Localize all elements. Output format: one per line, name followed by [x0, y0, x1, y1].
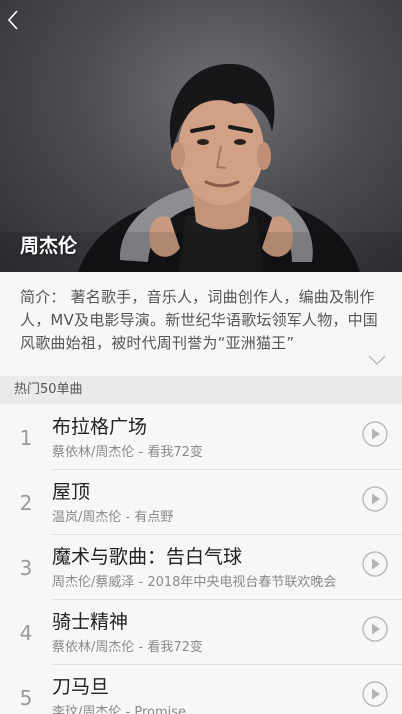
song-list: 1 布拉格广场 蔡依林/周杰伦 - 看我72变 2 屋顶 温岚/周杰伦 - 有点…	[0, 404, 402, 714]
song-meta: 周杰伦/蔡威泽 - 2018年中央电视台春节联欢晚会	[52, 575, 337, 590]
artist-page: 周杰伦 简介： 著名歌手，音乐人，词曲创作人，编曲及制作人，MV及电影导演。新世…	[0, 0, 402, 714]
play-circle-icon[interactable]	[362, 421, 388, 447]
song-row[interactable]: 2 屋顶 温岚/周杰伦 - 有点野	[0, 469, 402, 535]
song-body: 屋顶 温岚/周杰伦 - 有点野	[52, 469, 402, 535]
intro-text: 简介： 著名歌手，音乐人，词曲创作人，编曲及制作人，MV及电影导演。新世纪华语歌…	[20, 288, 379, 352]
song-title: 骑士精神	[52, 611, 129, 633]
song-meta: 蔡依林/周杰伦 - 看我72变	[52, 640, 203, 655]
hot-songs-header: 热门50单曲	[0, 376, 402, 404]
song-index: 1	[19, 426, 33, 450]
song-row[interactable]: 3 魔术与歌曲：告白气球 周杰伦/蔡威泽 - 2018年中央电视台春节联欢晚会	[0, 534, 402, 600]
play-circle-icon[interactable]	[362, 486, 388, 512]
chevron-down-icon[interactable]	[368, 354, 386, 366]
song-index: 5	[19, 686, 33, 710]
artist-hero: 周杰伦	[0, 0, 402, 272]
song-index: 4	[19, 621, 33, 645]
song-row[interactable]: 5 刀马旦 李玟/周杰伦 - Promise	[0, 664, 402, 714]
play-circle-icon[interactable]	[362, 551, 388, 577]
song-index: 2	[19, 491, 33, 515]
song-body: 魔术与歌曲：告白气球 周杰伦/蔡威泽 - 2018年中央电视台春节联欢晚会	[52, 534, 402, 600]
song-title: 刀马旦	[52, 676, 110, 698]
play-circle-icon[interactable]	[362, 616, 388, 642]
back-button[interactable]	[0, 6, 26, 34]
song-row[interactable]: 4 骑士精神 蔡依林/周杰伦 - 看我72变	[0, 599, 402, 665]
song-meta: 温岚/周杰伦 - 有点野	[52, 510, 174, 525]
song-title: 魔术与歌曲：告白气球	[52, 546, 243, 568]
play-circle-icon[interactable]	[362, 681, 388, 707]
song-body: 刀马旦 李玟/周杰伦 - Promise	[52, 664, 402, 714]
song-title: 布拉格广场	[52, 416, 148, 438]
artist-name: 周杰伦	[20, 235, 78, 257]
song-body: 骑士精神 蔡依林/周杰伦 - 看我72变	[52, 599, 402, 665]
song-body: 布拉格广场 蔡依林/周杰伦 - 看我72变	[52, 404, 402, 470]
song-meta: 蔡依林/周杰伦 - 看我72变	[52, 445, 203, 460]
chevron-left-icon	[7, 10, 18, 30]
song-meta: 李玟/周杰伦 - Promise	[52, 705, 187, 714]
artist-intro[interactable]: 简介： 著名歌手，音乐人，词曲创作人，编曲及制作人，MV及电影导演。新世纪华语歌…	[0, 272, 402, 376]
song-title: 屋顶	[52, 481, 91, 503]
song-row[interactable]: 1 布拉格广场 蔡依林/周杰伦 - 看我72变	[0, 404, 402, 470]
song-index: 3	[19, 556, 33, 580]
